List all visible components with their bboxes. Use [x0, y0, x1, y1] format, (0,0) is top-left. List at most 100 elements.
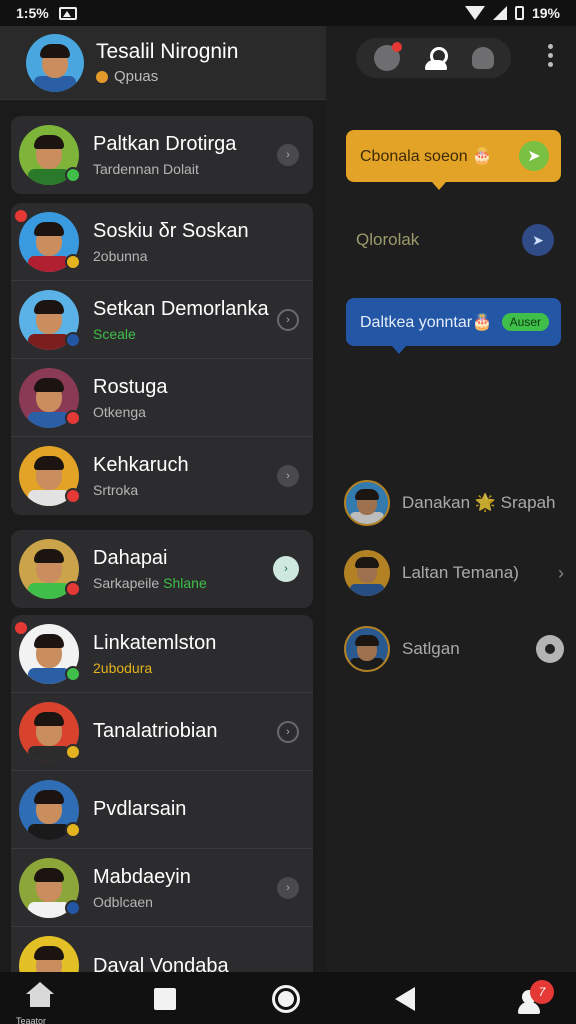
status-badge-icon — [65, 665, 81, 682]
chat-row[interactable]: Dayal Vondaba — [11, 927, 313, 972]
avatar — [344, 480, 390, 526]
chat-preview-text: Tardennan Dolait — [93, 161, 199, 177]
chat-preview: Otkenga — [93, 404, 313, 420]
avatar — [19, 125, 81, 185]
send-arrow-icon[interactable]: ➤ — [519, 141, 549, 171]
signal-icon — [492, 6, 507, 20]
contact-row[interactable]: Satlgan — [344, 624, 564, 674]
chat-info: Tanalatriobian — [93, 720, 277, 743]
chat-group-3: Dahapai Sarkapeile Shlane › — [11, 530, 313, 608]
message-bubble-orange[interactable]: Cbonala soeon 🎂 ➤ — [346, 130, 561, 190]
contact-name: Danakan 🌟 Srapah — [402, 493, 556, 512]
chat-info: Pvdlarsain — [93, 798, 313, 821]
chat-row[interactable]: Setkan Demorlanka Sceale › — [11, 281, 313, 359]
avatar — [19, 936, 79, 972]
status-badge-icon — [65, 899, 81, 916]
profile-header[interactable]: Tesalil Nirognin Qpuas — [0, 26, 326, 100]
message-text: Daltkea yonntar🎂 — [360, 314, 492, 331]
chat-preview-text: Sceale — [93, 325, 136, 342]
chat-info: Setkan Demorlanka Sceale — [93, 298, 277, 342]
chevron-right-icon[interactable]: › — [558, 563, 564, 584]
avatar — [15, 621, 81, 684]
battery-level: 19% — [531, 5, 560, 21]
contact-row[interactable]: Danakan 🌟 Srapah — [344, 478, 564, 528]
chat-row[interactable]: Kehkaruch Srtroka › — [11, 437, 313, 515]
profile-status: Qpuas — [96, 68, 238, 85]
bottom-navigation: Teaator 7 — [0, 972, 576, 1024]
unread-dot-icon — [15, 209, 27, 222]
chat-preview: Odblcaen — [93, 894, 277, 910]
chat-name: Kehkaruch — [93, 454, 189, 476]
chevron-right-icon[interactable]: › — [277, 876, 299, 899]
gallery-notification-icon — [58, 6, 77, 20]
wifi-icon — [464, 6, 485, 20]
chat-preview-text: Sarkapeile — [93, 575, 160, 591]
avatar — [19, 367, 81, 428]
status-badge-icon — [65, 743, 81, 760]
chat-row[interactable]: Paltkan Drotirga Tardennan Dolait › — [11, 116, 313, 194]
chat-info: Dahapai Sarkapeile Shlane — [93, 547, 273, 591]
conversation-panel: Cbonala soeon 🎂 ➤ Qlorolak ➤ Daltkea yon… — [326, 26, 576, 972]
recents-button[interactable] — [154, 988, 176, 1010]
chat-preview-text: Otkenga — [93, 403, 146, 420]
bell-icon[interactable] — [471, 47, 494, 69]
avatar — [19, 701, 81, 762]
status-badge-icon — [65, 409, 81, 426]
chat-name: Dayal Vondaba — [93, 954, 229, 973]
chevron-right-icon[interactable]: › — [277, 465, 299, 487]
profile-nav-button[interactable]: 7 — [516, 980, 554, 1016]
contact-name: Satlgan — [402, 639, 460, 658]
status-badge-icon — [65, 253, 81, 270]
avatar — [19, 289, 81, 350]
chat-info: Dayal Vondaba — [93, 955, 313, 973]
contact-row[interactable]: Laltan Temana) › — [344, 548, 564, 598]
chat-group-2: Soskiu δr Soskan 2obunna Setkan Demorlank… — [11, 203, 313, 515]
profile-avatar[interactable] — [26, 33, 84, 92]
chat-info: Linkatemlston 2ubodura — [93, 632, 313, 676]
status-badge-icon — [65, 581, 81, 597]
status-badge-icon — [65, 821, 81, 838]
chat-row[interactable]: Linkatemlston 2ubodura — [11, 615, 313, 693]
user-pill[interactable]: Auser — [501, 313, 549, 331]
message-bubble-blue[interactable]: Daltkea yonntar🎂 Auser — [346, 298, 561, 354]
chat-preview-text: 2ubodura — [93, 659, 153, 676]
profile-subtitle: Qpuas — [114, 68, 159, 85]
home-label: Teaator — [16, 1016, 47, 1024]
contacts-icon[interactable] — [423, 45, 449, 71]
chat-row[interactable]: Rostuga Otkenga — [11, 359, 313, 437]
chat-info: Kehkaruch Srtroka — [93, 454, 277, 498]
chat-preview-text: Srtroka — [93, 482, 139, 498]
home-button[interactable]: Teaator — [16, 980, 64, 1024]
chat-info: Soskiu δr Soskan 2obunna — [93, 220, 313, 264]
chat-row[interactable]: Pvdlarsain — [11, 771, 313, 849]
chat-preview-tag: Shlane — [163, 575, 207, 591]
profile-name: Tesalil Nirognin — [96, 40, 239, 63]
status-dot-icon — [96, 70, 108, 83]
avatar — [19, 857, 81, 918]
chat-preview: 2ubodura — [93, 660, 313, 676]
chat-row[interactable]: Tanalatriobian › — [11, 693, 313, 771]
chat-list-panel: Tesalil Nirognin Qpuas Paltkan Drotirga T… — [0, 26, 326, 972]
home-icon — [26, 982, 54, 1008]
app-screen: 1:5% 19% Tesalil Nirognin Qpuas Paltkan … — [0, 0, 576, 1024]
back-button[interactable] — [395, 987, 415, 1011]
chat-app-icon[interactable]: › — [273, 556, 299, 582]
chevron-right-icon[interactable]: › — [277, 720, 299, 743]
chat-row[interactable]: Dahapai Sarkapeile Shlane › — [11, 530, 313, 608]
status-badge-icon — [65, 167, 81, 183]
chat-info: Mabdaeyin Odblcaen — [93, 866, 277, 910]
chat-preview-text: 2obunna — [93, 247, 148, 264]
chat-row[interactable]: Mabdaeyin Odblcaen › — [11, 849, 313, 927]
home-circle-button[interactable] — [272, 985, 300, 1013]
battery-icon — [514, 6, 524, 20]
chat-row[interactable]: Soskiu δr Soskan 2obunna — [11, 203, 313, 281]
chevron-right-icon[interactable]: › — [277, 308, 299, 331]
chat-preview-text: Odblcaen — [93, 893, 153, 910]
message-text: Cbonala soeon 🎂 — [360, 148, 493, 165]
forward-icon[interactable]: ➤ — [522, 224, 554, 256]
chat-bubble-icon[interactable] — [373, 42, 402, 71]
chat-name: Setkan Demorlanka — [93, 297, 269, 320]
more-options-icon[interactable] — [548, 44, 554, 67]
settings-gear-icon[interactable] — [536, 635, 564, 663]
chevron-right-icon[interactable]: › — [277, 144, 299, 166]
